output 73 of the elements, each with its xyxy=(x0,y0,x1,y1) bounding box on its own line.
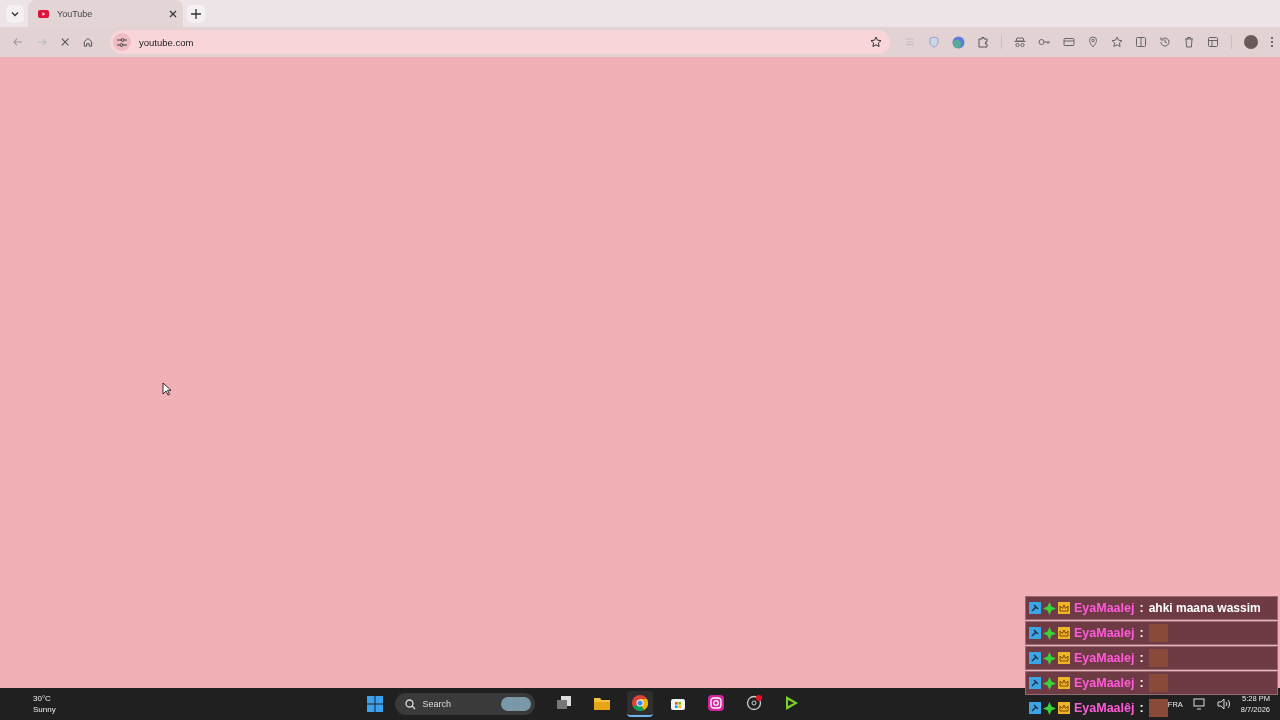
taskbar-app[interactable] xyxy=(627,691,654,717)
emote-placeholder xyxy=(1148,674,1168,692)
diamond-badge-icon xyxy=(1043,701,1056,715)
chat-separator: : xyxy=(1139,601,1144,615)
trash-icon[interactable] xyxy=(1183,36,1195,48)
chat-separator: : xyxy=(1139,626,1144,640)
star-list-icon[interactable] xyxy=(1111,36,1123,48)
stop-loading-icon[interactable] xyxy=(60,37,70,47)
hammer-badge-icon xyxy=(1029,602,1041,614)
diamond-badge-icon xyxy=(1043,601,1056,615)
chat-username: EyaMaalej xyxy=(1074,626,1135,640)
address-bar[interactable]: youtube.com xyxy=(110,30,890,54)
crown-badge-icon xyxy=(1058,602,1070,614)
crown-badge-icon xyxy=(1058,652,1070,664)
chat-separator: : xyxy=(1139,676,1144,690)
chat-username: EyaMaalej xyxy=(1074,651,1135,665)
taskbar-search-field[interactable]: Search xyxy=(422,699,483,709)
emote-placeholder xyxy=(1148,624,1168,642)
chat-username: EyaMaalej xyxy=(1074,676,1135,690)
temperature-text: 30°C xyxy=(33,693,52,704)
plus-icon xyxy=(191,8,201,19)
search-highlight-picture xyxy=(501,697,532,711)
task-view-icon xyxy=(556,696,573,710)
diamond-badge-icon xyxy=(1043,651,1056,665)
record-app-icon xyxy=(746,695,763,711)
card-icon[interactable] xyxy=(1063,36,1075,48)
profile-avatar[interactable] xyxy=(1244,35,1258,49)
chat-message-text: ahki maana wassim xyxy=(1148,601,1261,615)
windows-start-icon[interactable] xyxy=(367,696,384,712)
mouse-pointer-icon xyxy=(162,382,172,396)
hammer-badge-icon xyxy=(1029,652,1041,664)
hammer-badge-icon xyxy=(1029,677,1041,689)
hammer-badge-icon xyxy=(1029,627,1041,639)
tab-title: YouTube xyxy=(57,8,94,19)
site-settings-button[interactable] xyxy=(113,33,131,51)
crown-badge-icon xyxy=(1058,702,1070,714)
play-arrow-icon xyxy=(785,695,800,711)
key-icon[interactable] xyxy=(1038,36,1051,48)
new-tab-button[interactable] xyxy=(187,4,205,23)
browser-tab[interactable]: YouTube xyxy=(28,0,183,27)
play-logo-icon xyxy=(38,9,49,18)
incognito-icon[interactable] xyxy=(1014,36,1026,48)
more-menu-icon[interactable] xyxy=(1270,36,1274,48)
crown-badge-icon xyxy=(1058,627,1070,639)
puzzle-icon[interactable] xyxy=(977,36,989,48)
crown-badge-icon xyxy=(1058,677,1070,689)
emote-placeholder xyxy=(1148,649,1168,667)
hammer-badge-icon xyxy=(1029,702,1041,714)
close-icon[interactable] xyxy=(169,9,177,18)
star-icon[interactable] xyxy=(870,36,882,48)
tab-list-button[interactable] xyxy=(6,4,24,23)
chat-separator: : xyxy=(1139,701,1144,715)
network-icon[interactable] xyxy=(1192,698,1207,710)
side-panel-icon[interactable] xyxy=(1135,36,1147,48)
layout-icon[interactable] xyxy=(1207,36,1219,48)
chat-username: EyaMaalej xyxy=(1074,601,1135,615)
weather-widget[interactable]: 30°C Sunny xyxy=(33,693,93,715)
browser-icon xyxy=(632,695,649,711)
chat-username: EyaMaalêj xyxy=(1074,701,1135,715)
url-text: youtube.com xyxy=(139,36,195,48)
weather-condition: Sunny xyxy=(33,704,57,715)
sliders-icon xyxy=(117,37,127,47)
camera-app-icon xyxy=(708,695,725,711)
chat-separator: : xyxy=(1139,651,1144,665)
search-icon xyxy=(405,698,417,710)
circle-icon[interactable] xyxy=(952,35,965,49)
location-pin-icon[interactable] xyxy=(1087,36,1099,48)
speaker-icon[interactable] xyxy=(1216,698,1231,710)
folder-icon xyxy=(594,696,611,710)
home-icon[interactable] xyxy=(83,36,93,48)
diamond-badge-icon xyxy=(1043,676,1056,690)
diamond-badge-icon xyxy=(1043,626,1056,640)
history-icon[interactable] xyxy=(1159,36,1171,48)
